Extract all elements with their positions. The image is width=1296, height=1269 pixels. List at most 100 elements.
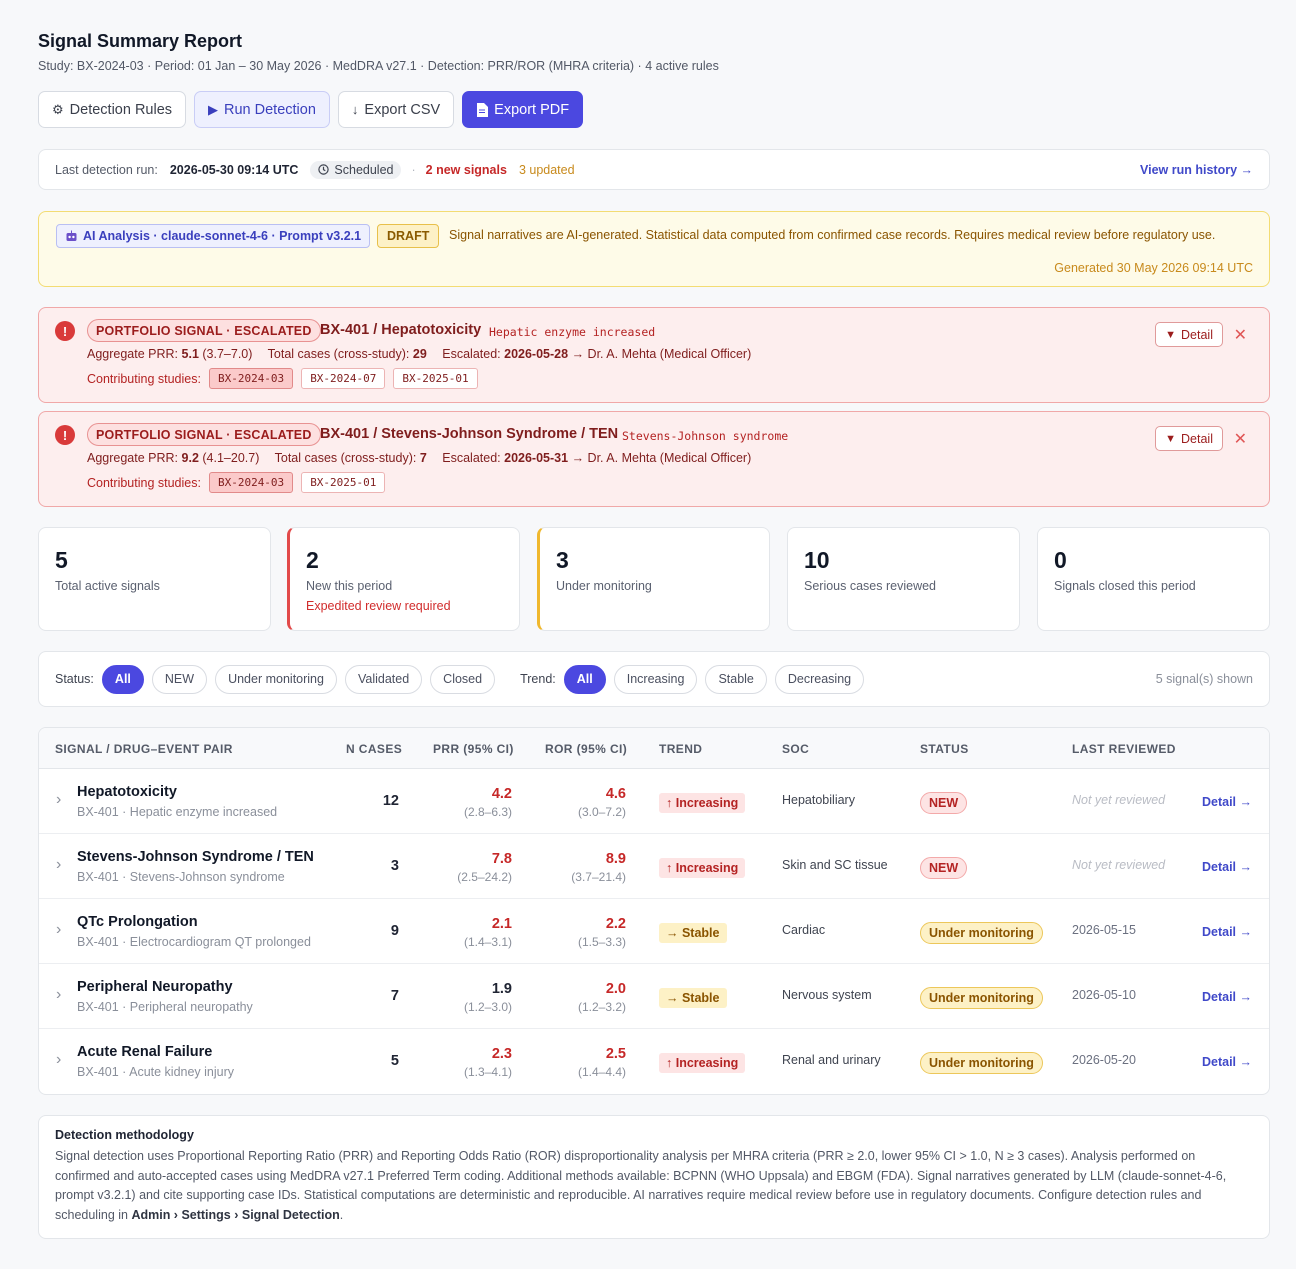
- ror-value: 2.5: [605, 1046, 626, 1062]
- escalated-label: Escalated:: [442, 347, 501, 361]
- export-pdf-button[interactable]: Export PDF: [462, 91, 584, 128]
- table-row[interactable]: › Acute Renal Failure BX-401 · Acute kid…: [39, 1029, 1269, 1094]
- row-detail-link[interactable]: Detail →: [1202, 795, 1252, 809]
- chevron-right-icon[interactable]: ›: [56, 1051, 61, 1069]
- stat-sublabel: Expedited review required: [306, 599, 451, 613]
- status-badge: Under monitoring: [920, 1052, 1043, 1074]
- prr-value: 2.3: [491, 1046, 512, 1062]
- column-header[interactable]: ROR (95% CI): [545, 742, 627, 756]
- escalated-date: 2026-05-28: [504, 347, 569, 361]
- row-detail-link[interactable]: Detail →: [1202, 860, 1252, 874]
- status-filter-closed[interactable]: Closed: [430, 664, 496, 694]
- row-detail-link[interactable]: Detail →: [1202, 1055, 1252, 1069]
- trend-filter-increasing[interactable]: Increasing: [613, 664, 698, 694]
- study-chip[interactable]: BX-2024-03: [208, 472, 294, 493]
- prr-ci: (2.5–24.2): [457, 870, 512, 884]
- prr-value: 4.2: [491, 786, 512, 802]
- column-header[interactable]: N CASES: [346, 742, 402, 756]
- ai-analysis-banner: AI Analysis · claude-sonnet-4-6 · Prompt…: [38, 211, 1270, 287]
- ror-ci: (1.2–3.2): [577, 1000, 626, 1014]
- ai-model-label: AI Analysis · claude-sonnet-4-6 · Prompt…: [83, 229, 362, 243]
- column-header[interactable]: LAST REVIEWED: [1072, 742, 1176, 756]
- escalated-date: 2026-05-31: [504, 451, 569, 465]
- escalation-detail-button[interactable]: ▼ Detail: [1155, 426, 1223, 451]
- last-reviewed: 2026-05-15: [1072, 923, 1136, 937]
- status-filter-validated[interactable]: Validated: [344, 664, 423, 694]
- column-header[interactable]: SOC: [782, 742, 809, 756]
- document-icon: [477, 102, 489, 117]
- stat-value: 5: [55, 547, 68, 573]
- stat-label: Total active signals: [55, 579, 160, 593]
- contributing-studies: Contributing studies: BX-2024-03 BX-2025…: [87, 472, 386, 493]
- status-badge: Under monitoring: [920, 987, 1043, 1009]
- study-chip[interactable]: BX-2024-07: [301, 368, 386, 389]
- column-header[interactable]: STATUS: [920, 742, 969, 756]
- status-filter-label: Status:: [55, 672, 94, 686]
- stat-card-serious-cases: 10 Serious cases reviewed: [787, 527, 1020, 631]
- soc-value: Skin and SC tissue: [782, 858, 888, 872]
- chevron-right-icon[interactable]: ›: [56, 921, 61, 939]
- ror-cell: 2.5 (1.4–4.4): [578, 1046, 626, 1079]
- ai-model-tag: AI Analysis · claude-sonnet-4-6 · Prompt…: [56, 224, 371, 248]
- detection-rules-button[interactable]: ⚙ Detection Rules: [38, 91, 187, 128]
- contributing-studies-label: Contributing studies:: [87, 371, 201, 386]
- study-chip[interactable]: BX-2025-01: [393, 368, 478, 389]
- column-header[interactable]: SIGNAL / DRUG–EVENT PAIR: [55, 742, 233, 756]
- cases-label: Total cases (cross-study):: [274, 451, 417, 465]
- trend-filter-decreasing[interactable]: Decreasing: [774, 664, 865, 694]
- contributing-studies-label: Contributing studies:: [87, 475, 201, 490]
- scheduled-badge: Scheduled: [310, 160, 402, 179]
- ror-cell: 4.6 (3.0–7.2): [578, 786, 626, 819]
- status-filter-all[interactable]: All: [101, 664, 144, 694]
- row-detail-link[interactable]: Detail →: [1202, 990, 1252, 1004]
- chevron-right-icon[interactable]: ›: [56, 791, 61, 809]
- chevron-right-icon[interactable]: ›: [56, 856, 61, 874]
- column-header[interactable]: TREND: [659, 742, 702, 756]
- last-reviewed: Not yet reviewed: [1072, 858, 1166, 872]
- view-run-history-link[interactable]: View run history →: [1140, 163, 1253, 177]
- prr-ci: (1.4–3.1): [463, 935, 512, 949]
- clock-icon: [318, 164, 330, 175]
- table-row[interactable]: › Stevens-Johnson Syndrome / TEN BX-401 …: [39, 834, 1269, 899]
- table-row[interactable]: › Peripheral Neuropathy BX-401 · Periphe…: [39, 964, 1269, 1029]
- ror-value: 2.2: [605, 916, 626, 932]
- status-filter-under-monitoring[interactable]: Under monitoring: [215, 664, 337, 694]
- escalation-badge: PORTFOLIO SIGNAL · ESCALATED: [87, 319, 321, 342]
- prr-label: Aggregate PRR:: [87, 451, 179, 465]
- signal-name: Peripheral Neuropathy: [77, 979, 233, 995]
- study-chip[interactable]: BX-2024-03: [208, 368, 294, 389]
- prr-ci: (2.8–6.3): [463, 805, 512, 819]
- column-header[interactable]: PRR (95% CI): [433, 742, 514, 756]
- ror-ci: (3.7–21.4): [571, 870, 626, 884]
- signal-name: Stevens-Johnson Syndrome / TEN: [77, 849, 314, 865]
- close-icon[interactable]: ✕: [1234, 325, 1247, 345]
- close-icon[interactable]: ✕: [1234, 429, 1247, 449]
- row-detail-link[interactable]: Detail →: [1202, 925, 1252, 939]
- export-csv-button[interactable]: ↓ Export CSV: [337, 91, 455, 128]
- escalation-detail-button[interactable]: ▼ Detail: [1155, 322, 1223, 347]
- table-row[interactable]: › Hepatotoxicity BX-401 · Hepatic enzyme…: [39, 769, 1269, 834]
- trend-filter-stable[interactable]: Stable: [705, 664, 767, 694]
- table-row[interactable]: › QTc Prolongation BX-401 · Electrocardi…: [39, 899, 1269, 964]
- run-detection-button[interactable]: ▶ Run Detection: [194, 91, 330, 128]
- settings-path-link[interactable]: Admin › Settings › Signal Detection: [131, 1208, 339, 1222]
- escalation-stats: Aggregate PRR: 5.1 (3.7–7.0) Total cases…: [87, 347, 751, 361]
- chevron-right-icon[interactable]: ›: [56, 986, 61, 1004]
- stat-label: Serious cases reviewed: [804, 579, 937, 593]
- prr-value: 1.9: [491, 981, 512, 997]
- ror-cell: 2.2 (1.5–3.3): [578, 916, 626, 949]
- prr-value: 7.8: [491, 851, 512, 867]
- methodology-title: Detection methodology: [55, 1128, 194, 1142]
- trend-filter-all[interactable]: All: [563, 664, 606, 694]
- gear-icon: ⚙: [52, 101, 64, 117]
- study-chip[interactable]: BX-2025-01: [301, 472, 386, 493]
- status-filter-new[interactable]: NEW: [151, 664, 208, 694]
- prr-label: Aggregate PRR:: [87, 347, 179, 361]
- n-cases: 5: [390, 1053, 399, 1069]
- prr-cell: 2.1 (1.4–3.1): [464, 916, 512, 949]
- prr-cell: 1.9 (1.2–3.0): [464, 981, 512, 1014]
- ai-generated-timestamp: Generated 30 May 2026 09:14 UTC: [1054, 261, 1253, 275]
- signal-name: Acute Renal Failure: [77, 1044, 213, 1060]
- escalation-term: Stevens-Johnson syndrome: [622, 429, 789, 443]
- signals-table: SIGNAL / DRUG–EVENT PAIR N CASES PRR (95…: [38, 727, 1270, 1095]
